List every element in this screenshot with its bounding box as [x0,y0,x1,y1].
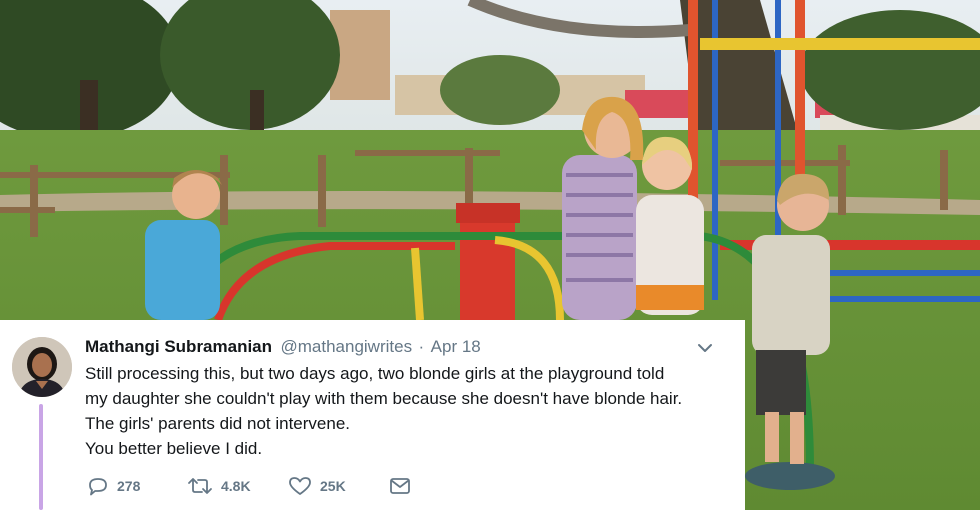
reply-count: 278 [117,478,141,494]
retweet-button[interactable]: 4.8K [187,475,251,497]
tweet-text-line: Still processing this, but two days ago,… [85,364,665,383]
tweet-text-line: my daughter she couldn't play with them … [85,389,683,408]
tweet-text: Still processing this, but two days ago,… [85,361,725,461]
reply-button[interactable]: 278 [87,475,140,497]
tweet-date[interactable]: Apr 18 [431,337,481,356]
thread-line [39,404,43,510]
like-count: 25K [320,478,346,494]
tweet-text-line: The girls' parents did not intervene. [85,414,351,433]
chevron-down-icon[interactable] [697,342,713,354]
avatar-portrait-icon [12,337,72,397]
separator-dot: · [418,337,425,356]
heart-icon [289,477,311,495]
tweet-header: Mathangi Subramanian @mathangiwrites · A… [85,337,725,359]
like-button[interactable]: 25K [288,475,346,497]
retweet-count: 4.8K [221,478,251,494]
reply-icon [89,478,107,496]
avatar[interactable] [12,337,72,397]
envelope-icon [390,478,410,494]
tweet-actions: 278 4.8K 25K [85,475,485,497]
tweet-card: Mathangi Subramanian @mathangiwrites · A… [0,320,745,510]
message-button[interactable] [389,475,411,497]
retweet-icon [188,478,212,494]
author-name[interactable]: Mathangi Subramanian [85,337,272,356]
tweet-text-line: You better believe I did. [85,439,263,458]
author-handle[interactable]: @mathangiwrites [280,337,412,356]
